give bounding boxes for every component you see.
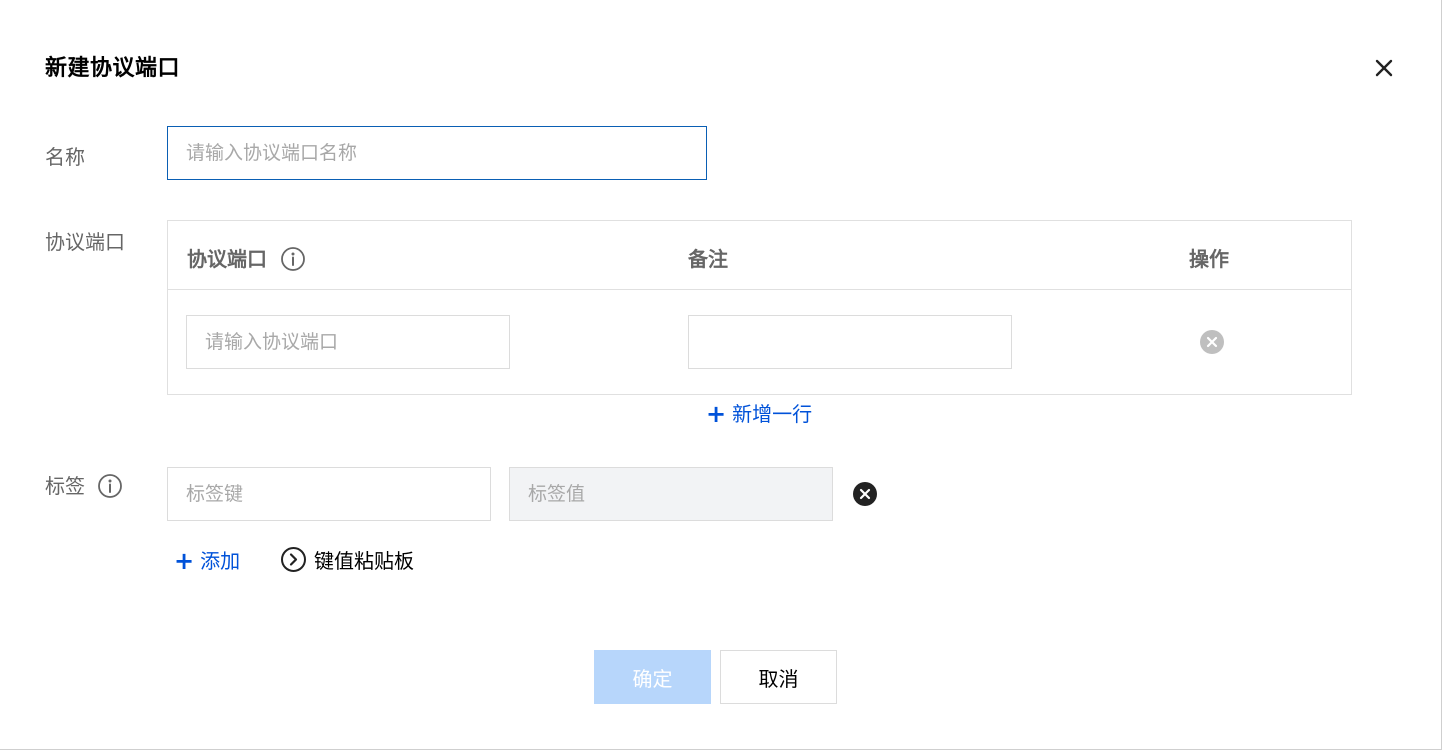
tag-value-input[interactable] xyxy=(509,467,833,521)
dialog-title: 新建协议端口 xyxy=(45,56,181,81)
port-input[interactable] xyxy=(186,315,510,369)
note-input[interactable] xyxy=(688,315,1012,369)
add-tag-link[interactable]: + 添加 xyxy=(174,545,240,575)
create-protocol-port-dialog: 新建协议端口 名称 协议端口 协议端口 备注 操作 xyxy=(0,0,1442,750)
confirm-button[interactable]: 确定 xyxy=(594,650,711,704)
ports-table-header: 协议端口 备注 操作 xyxy=(168,221,1351,290)
tags-label: 标签 xyxy=(45,470,123,499)
info-icon[interactable] xyxy=(280,246,306,272)
clipboard-link[interactable]: 键值粘贴板 xyxy=(280,545,414,574)
plus-icon: + xyxy=(706,400,727,428)
name-input[interactable] xyxy=(167,126,707,180)
name-label: 名称 xyxy=(45,145,85,169)
remove-row-icon[interactable] xyxy=(1200,330,1224,354)
ports-label: 协议端口 xyxy=(45,230,125,254)
add-row-link[interactable]: + 新增一行 xyxy=(706,398,812,428)
ports-table: 协议端口 备注 操作 xyxy=(167,220,1352,395)
info-icon[interactable] xyxy=(97,473,123,499)
column-header-note: 备注 xyxy=(688,247,728,271)
cancel-button[interactable]: 取消 xyxy=(720,650,837,704)
tag-key-input[interactable] xyxy=(167,467,491,521)
chevron-right-circle-icon xyxy=(281,547,306,572)
close-icon[interactable] xyxy=(1370,54,1398,82)
remove-tag-icon[interactable] xyxy=(853,482,877,506)
plus-icon: + xyxy=(174,547,195,575)
column-header-action: 操作 xyxy=(1189,247,1229,271)
column-header-port: 协议端口 xyxy=(187,243,306,272)
